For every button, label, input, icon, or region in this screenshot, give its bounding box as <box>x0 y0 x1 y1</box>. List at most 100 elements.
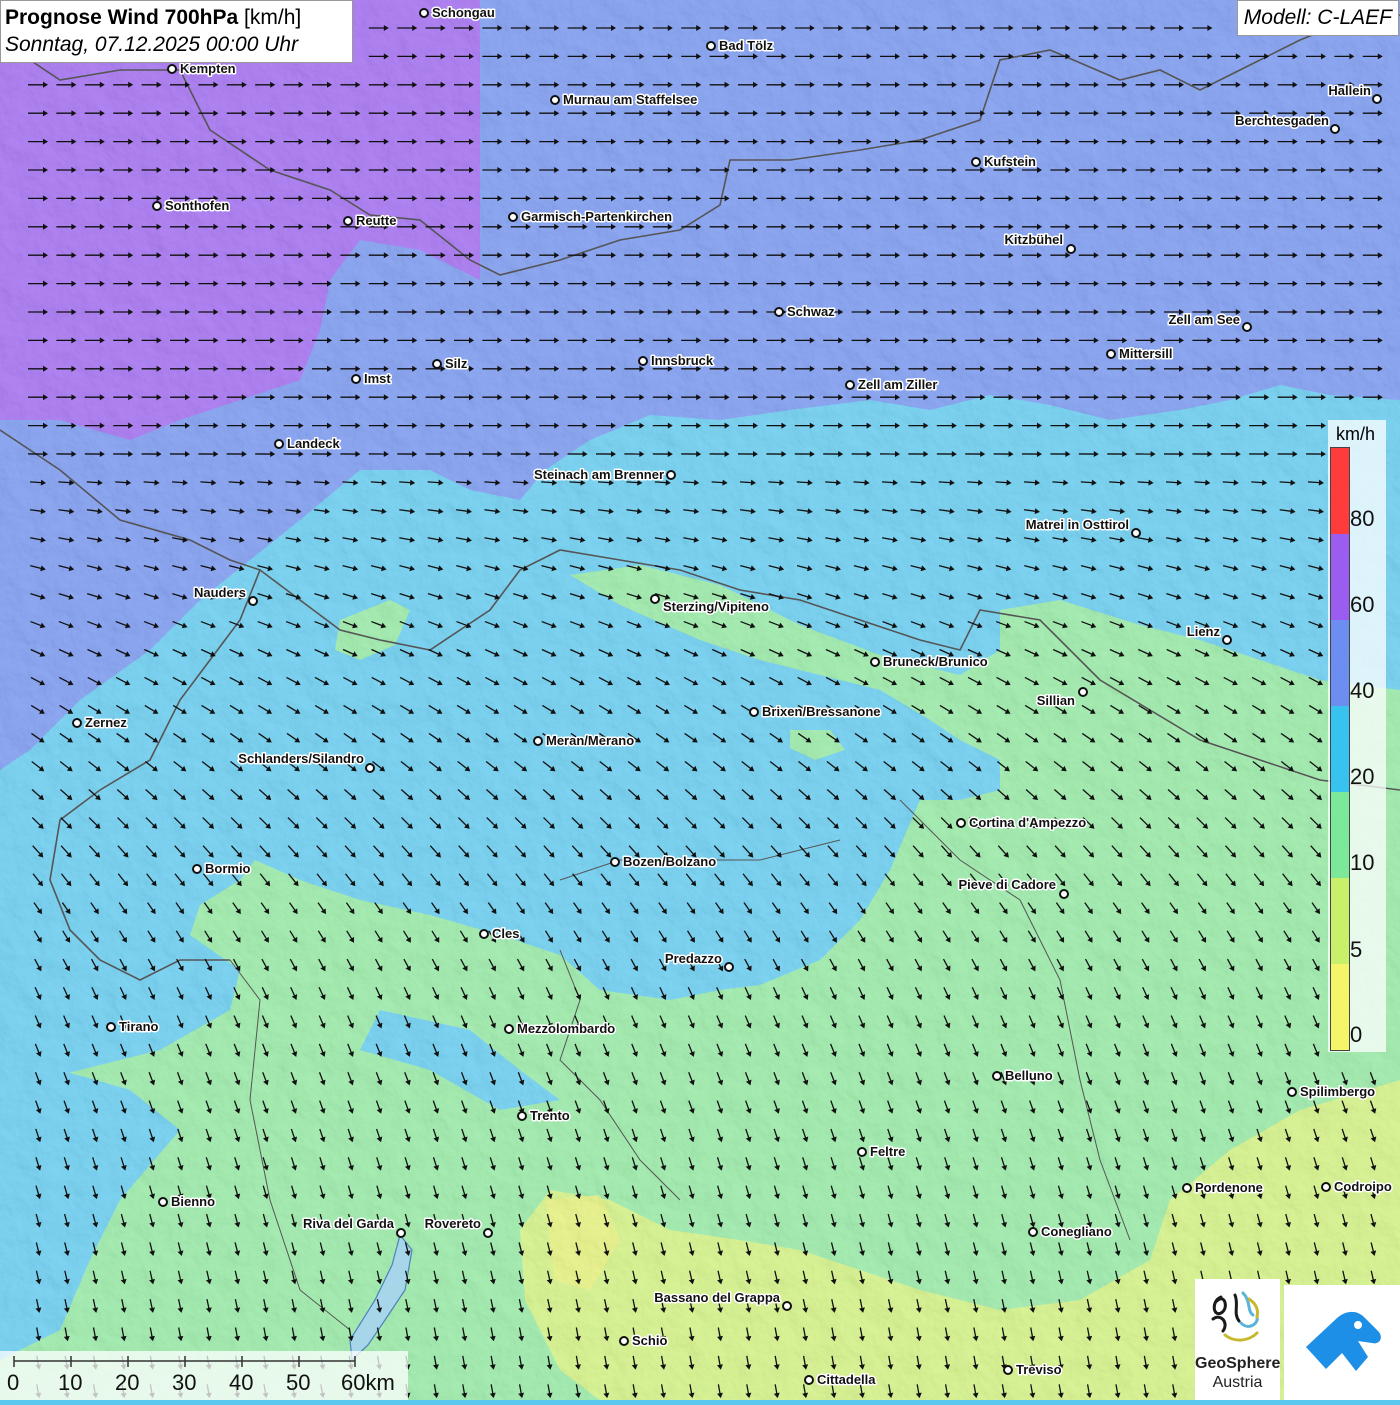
title-box: Prognose Wind 700hPa [km/h] Sonntag, 07.… <box>0 0 353 63</box>
legend-seg-20 <box>1331 706 1349 792</box>
legend-colorbar <box>1330 447 1350 1051</box>
city-sonthofen[interactable]: Sonthofen <box>153 198 229 213</box>
svg-text:Schlanders/Silandro: Schlanders/Silandro <box>238 751 364 766</box>
svg-text:Predazzo: Predazzo <box>665 951 722 966</box>
model-label: Modell: C-LAEF <box>1237 0 1399 36</box>
geosphere-name: GeoSphere <box>1195 1355 1280 1373</box>
city-murnau[interactable]: Murnau am Staffelsee <box>551 92 697 107</box>
city-innsbruck[interactable]: Innsbruck <box>639 353 714 368</box>
legend-seg-80 <box>1331 448 1349 534</box>
city-pordenone[interactable]: Pordenone <box>1183 1180 1263 1195</box>
scale-label-50: 50 <box>286 1370 310 1396</box>
svg-text:Treviso: Treviso <box>1016 1362 1062 1377</box>
scale-label-40: 40 <box>229 1370 253 1396</box>
svg-text:Spilimbergo: Spilimbergo <box>1300 1084 1375 1099</box>
city-garmisch[interactable]: Garmisch-Partenkirchen <box>509 209 672 224</box>
legend-seg-10 <box>1331 792 1349 878</box>
scale-label-60: 60km <box>341 1370 395 1396</box>
legend-seg-40 <box>1331 620 1349 706</box>
scale-label-0: 0 <box>7 1370 19 1396</box>
svg-text:Bozen/Bolzano: Bozen/Bolzano <box>623 854 716 869</box>
svg-text:Pieve di Cadore: Pieve di Cadore <box>958 877 1056 892</box>
svg-text:Reutte: Reutte <box>356 213 396 228</box>
svg-text:Sillian: Sillian <box>1037 693 1075 708</box>
geosphere-logo[interactable]: GeoSphere Austria <box>1195 1279 1280 1400</box>
map-title: Prognose Wind 700hPa [km/h] <box>5 4 348 32</box>
svg-text:Bad Tölz: Bad Tölz <box>719 38 774 53</box>
city-conegliano[interactable]: Conegliano <box>1029 1224 1112 1239</box>
svg-text:Schio: Schio <box>632 1333 667 1348</box>
svg-text:Landeck: Landeck <box>287 436 341 451</box>
svg-text:Murnau am Staffelsee: Murnau am Staffelsee <box>563 92 697 107</box>
svg-text:Zell am See: Zell am See <box>1168 312 1240 327</box>
map-title-unit: [km/h] <box>238 6 301 29</box>
wind-map: Schongau Kempten Bad Tölz Murnau am Staf… <box>0 0 1400 1400</box>
city-meran[interactable]: Meran/Merano <box>534 733 634 748</box>
city-bozen[interactable]: Bozen/Bolzano <box>611 854 716 869</box>
svg-text:Codroipo: Codroipo <box>1334 1179 1392 1194</box>
svg-text:Zell am Ziller: Zell am Ziller <box>858 377 937 392</box>
svg-text:Tirano: Tirano <box>119 1019 159 1034</box>
svg-text:Nauders: Nauders <box>194 585 246 600</box>
scale-label-20: 20 <box>115 1370 139 1396</box>
svg-text:Conegliano: Conegliano <box>1041 1224 1112 1239</box>
svg-text:Kempten: Kempten <box>180 61 236 76</box>
legend-tick-80: 80 <box>1350 506 1374 532</box>
svg-text:Imst: Imst <box>364 371 391 386</box>
map-title-main: Prognose Wind 700hPa <box>5 6 238 29</box>
scale-label-30: 30 <box>172 1370 196 1396</box>
svg-text:Mezzolombardo: Mezzolombardo <box>517 1021 615 1036</box>
svg-text:Schongau: Schongau <box>432 5 495 20</box>
svg-text:Belluno: Belluno <box>1005 1068 1053 1083</box>
weather-app-logo[interactable] <box>1284 1285 1400 1400</box>
svg-text:Rovereto: Rovereto <box>425 1216 481 1231</box>
svg-text:Hallein: Hallein <box>1328 83 1371 98</box>
svg-text:Garmisch-Partenkirchen: Garmisch-Partenkirchen <box>521 209 672 224</box>
scale-label-10: 10 <box>58 1370 82 1396</box>
geosphere-emblem-icon <box>1195 1279 1280 1355</box>
legend-tick-0: 0 <box>1350 1022 1362 1048</box>
city-cortina[interactable]: Cortina d'Ampezzo <box>957 815 1086 830</box>
city-spilimbergo[interactable]: Spilimbergo <box>1288 1084 1375 1099</box>
svg-text:Steinach am Brenner: Steinach am Brenner <box>534 467 664 482</box>
city-mezzolombardo[interactable]: Mezzolombardo <box>505 1021 615 1036</box>
svg-text:Pordenone: Pordenone <box>1195 1180 1263 1195</box>
svg-text:Bormio: Bormio <box>205 861 251 876</box>
svg-text:Cittadella: Cittadella <box>817 1372 876 1387</box>
city-zell-am-ziller[interactable]: Zell am Ziller <box>846 377 937 392</box>
svg-text:Riva del Garda: Riva del Garda <box>303 1216 395 1231</box>
svg-text:Feltre: Feltre <box>870 1144 905 1159</box>
forecast-date: Sonntag, 07.12.2025 00:00 Uhr <box>5 32 348 58</box>
legend-unit: km/h <box>1336 424 1375 445</box>
geosphere-subname: Austria <box>1195 1374 1280 1392</box>
svg-text:Kufstein: Kufstein <box>984 154 1036 169</box>
svg-text:Sterzing/Vipiteno: Sterzing/Vipiteno <box>663 599 769 614</box>
city-brixen[interactable]: Brixen/Bressanone <box>750 704 881 719</box>
city-steinach[interactable]: Steinach am Brenner <box>534 467 675 482</box>
svg-text:Berchtesgaden: Berchtesgaden <box>1235 113 1329 128</box>
legend-seg-5 <box>1331 878 1349 964</box>
legend-tick-5: 5 <box>1350 937 1362 963</box>
legend-seg-60 <box>1331 534 1349 620</box>
svg-text:Bienno: Bienno <box>171 1194 215 1209</box>
cloud-arrow-icon <box>1284 1285 1400 1400</box>
svg-text:Mittersill: Mittersill <box>1119 346 1172 361</box>
svg-text:Kitzbühel: Kitzbühel <box>1005 232 1064 247</box>
legend-seg-0 <box>1331 964 1349 1050</box>
city-schongau[interactable]: Schongau <box>420 5 495 20</box>
legend-tick-60: 60 <box>1350 592 1374 618</box>
svg-text:Matrei in Osttirol: Matrei in Osttirol <box>1026 517 1129 532</box>
legend-tick-40: 40 <box>1350 678 1374 704</box>
legend-tick-20: 20 <box>1350 764 1374 790</box>
svg-text:Schwaz: Schwaz <box>787 304 835 319</box>
svg-text:Brixen/Bressanone: Brixen/Bressanone <box>762 704 881 719</box>
svg-text:Cles: Cles <box>492 926 519 941</box>
svg-text:Innsbruck: Innsbruck <box>651 353 714 368</box>
svg-text:Bruneck/Brunico: Bruneck/Brunico <box>883 654 988 669</box>
svg-text:Meran/Merano: Meran/Merano <box>546 733 634 748</box>
svg-text:Zernez: Zernez <box>85 715 127 730</box>
svg-text:Sonthofen: Sonthofen <box>165 198 229 213</box>
svg-text:Bassano del Grappa: Bassano del Grappa <box>654 1290 780 1305</box>
svg-text:Trento: Trento <box>530 1108 570 1123</box>
city-bruneck[interactable]: Bruneck/Brunico <box>871 654 988 669</box>
